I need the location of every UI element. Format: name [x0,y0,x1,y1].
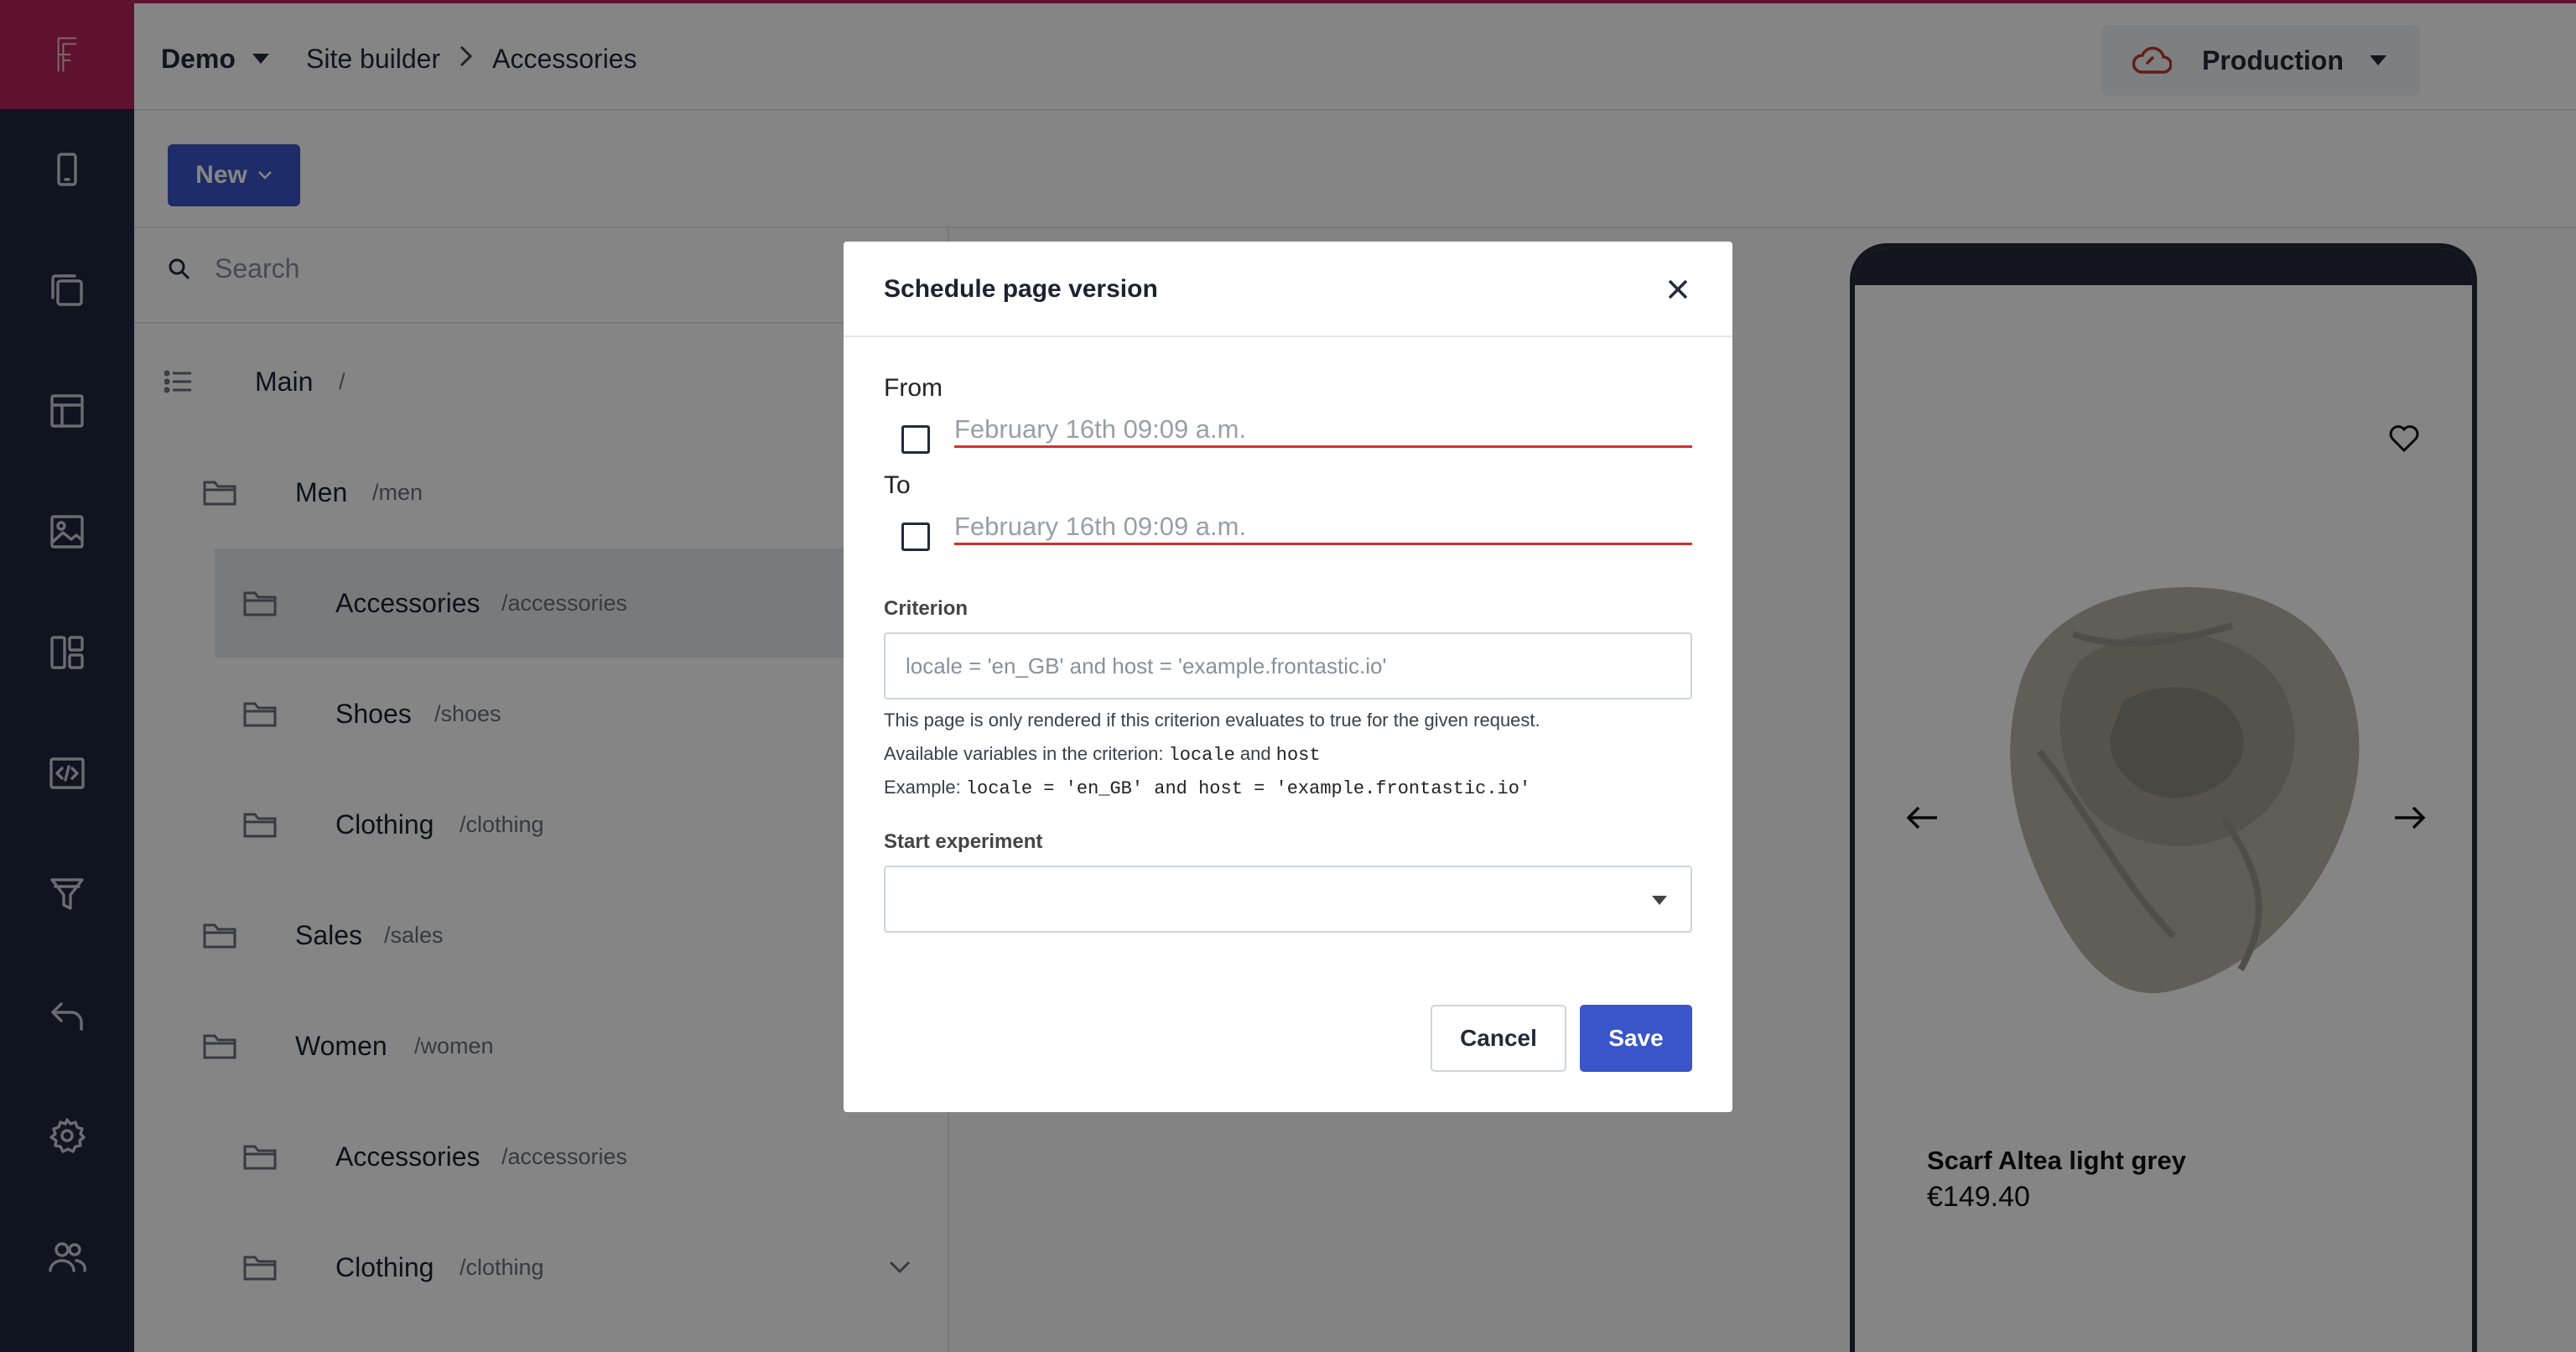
from-label: From [884,374,943,402]
criterion-help-3: Example: locale = 'en_GB' and host = 'ex… [884,777,1531,799]
criterion-input[interactable]: locale = 'en_GB' and host = 'example.fro… [884,632,1692,699]
save-button[interactable]: Save [1580,1005,1692,1072]
chevron-down-icon [1652,896,1667,905]
cancel-button[interactable]: Cancel [1431,1005,1566,1072]
close-icon[interactable] [1665,277,1690,302]
to-date-input[interactable]: February 16th 09:09 a.m. [954,512,1692,545]
dialog-header: Schedule page version [844,242,1732,337]
schedule-dialog: Schedule page version From February 16th… [844,242,1732,1112]
experiment-label: Start experiment [884,830,1043,853]
to-checkbox[interactable] [901,523,930,551]
criterion-help-1: This page is only rendered if this crite… [884,710,1540,731]
experiment-select[interactable] [884,866,1692,933]
to-label: To [884,471,911,499]
dialog-title: Schedule page version [884,275,1158,303]
criterion-help-2: Available variables in the criterion: lo… [884,743,1321,766]
from-checkbox[interactable] [901,425,930,454]
criterion-label: Criterion [884,597,969,620]
from-date-input[interactable]: February 16th 09:09 a.m. [954,414,1692,448]
